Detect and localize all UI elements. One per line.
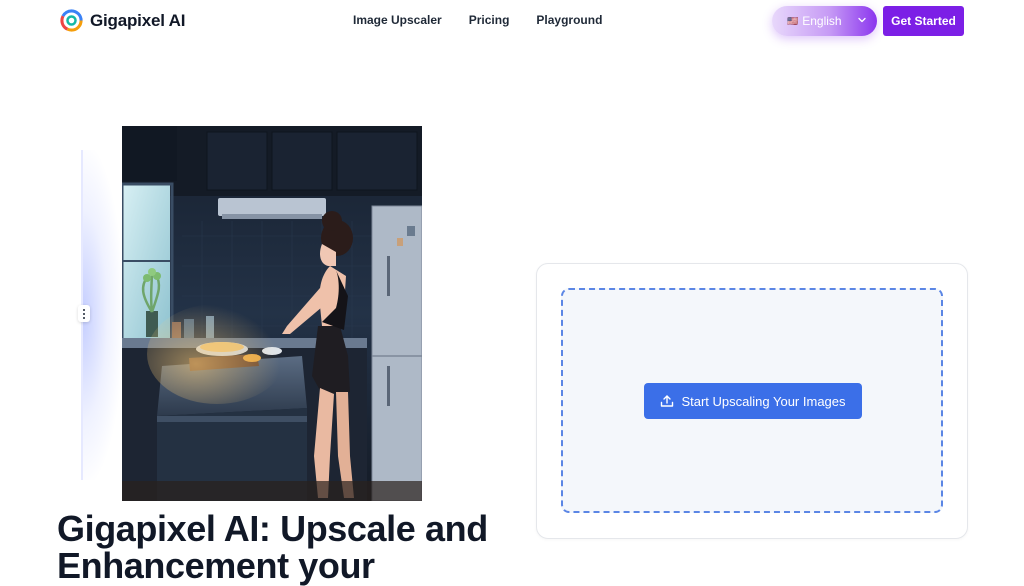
nav-link-pricing[interactable]: Pricing — [469, 13, 510, 27]
us-flag-icon: 🇺🇸 — [787, 15, 799, 26]
start-upscaling-button[interactable]: Start Upscaling Your Images — [644, 383, 862, 419]
language-label: English — [802, 14, 842, 28]
upload-card: Start Upscaling Your Images — [536, 263, 968, 539]
gigapixel-logo-icon — [60, 9, 83, 32]
chevron-down-icon — [858, 17, 866, 23]
nav-link-playground[interactable]: Playground — [536, 13, 602, 27]
get-started-button[interactable]: Get Started — [883, 6, 964, 36]
kitchen-scene-image — [122, 126, 422, 501]
hero-headline: Gigapixel AI: Upscale and Enhancement yo… — [57, 508, 488, 586]
hero-kitchen-illustration — [122, 126, 422, 501]
brand-name: Gigapixel AI — [90, 10, 186, 30]
nav-link-image-upscaler[interactable]: Image Upscaler — [353, 13, 442, 27]
main-nav: Image Upscaler Pricing Playground — [353, 13, 602, 27]
brand-logo[interactable]: Gigapixel AI — [60, 9, 185, 32]
image-dropzone[interactable]: Start Upscaling Your Images — [561, 288, 943, 513]
comparison-slider-handle[interactable] — [78, 305, 90, 322]
top-header: Gigapixel AI Image Upscaler Pricing Play… — [0, 0, 1024, 42]
language-selector[interactable]: 🇺🇸 English — [772, 6, 877, 36]
upload-icon — [661, 395, 674, 407]
start-upscaling-label: Start Upscaling Your Images — [681, 393, 846, 409]
